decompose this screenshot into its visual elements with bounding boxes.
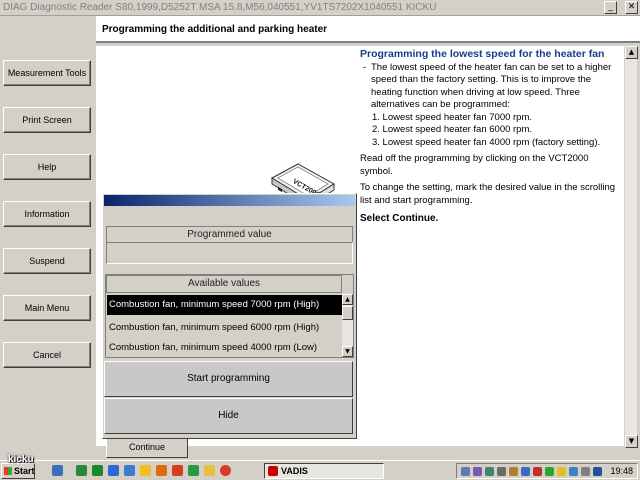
chrome-icon[interactable]	[220, 465, 231, 476]
close-button[interactable]: ✕	[625, 1, 638, 14]
tray-icon[interactable]	[497, 467, 506, 476]
app-quicklaunch-icon[interactable]	[92, 465, 103, 476]
available-values-list[interactable]: Available values Combustion fan, minimum…	[105, 274, 354, 358]
list-item[interactable]: Combustion fan, minimum speed 7000 rpm (…	[107, 295, 343, 315]
minimize-button[interactable]: _	[604, 1, 617, 14]
taskbar: Start VADIS 19:48	[0, 460, 640, 480]
tray-icon[interactable]	[461, 467, 470, 476]
print-screen-button[interactable]: Print Screen	[3, 107, 91, 133]
list-item[interactable]: Combustion fan, minimum speed 6000 rpm (…	[107, 318, 343, 338]
volume-icon[interactable]	[581, 467, 590, 476]
header-panel: Programming the additional and parking h…	[96, 16, 640, 43]
vadis-icon	[268, 466, 278, 476]
available-values-label: Available values	[106, 275, 342, 293]
main-menu-button[interactable]: Main Menu	[3, 295, 91, 321]
desktop-icon[interactable]	[52, 465, 63, 476]
instruction-read: Read off the programming by clicking on …	[360, 153, 589, 177]
start-button[interactable]: Start	[1, 463, 35, 479]
programmed-value-field	[106, 242, 353, 264]
start-label: Start	[14, 466, 35, 476]
list-scrollbar[interactable]: ▲ ▼	[342, 294, 353, 357]
tray-icon[interactable]	[569, 467, 578, 476]
tray-icon[interactable]	[473, 467, 482, 476]
app-quicklaunch-icon[interactable]	[172, 465, 183, 476]
tray-icon[interactable]	[509, 467, 518, 476]
instruction-change: To change the setting, mark the desired …	[360, 182, 616, 206]
hide-button[interactable]: Hide	[104, 398, 353, 434]
task-label: VADIS	[281, 466, 308, 476]
tray-icon[interactable]	[485, 467, 494, 476]
window-title: DIAG Diagnostic Reader S80,1999,D5252T M…	[3, 2, 437, 13]
list-scroll-thumb[interactable]	[342, 306, 353, 320]
list-item[interactable]: Combustion fan, minimum speed 4000 rpm (…	[107, 338, 343, 358]
start-programming-button[interactable]: Start programming	[104, 361, 353, 397]
system-tray: 19:48	[456, 463, 638, 479]
options-list: 1. Lowest speed heater fan 7000 rpm. 2. …	[360, 112, 622, 150]
content-scrollbar[interactable]: ▲ ▼	[624, 46, 638, 448]
cancel-button[interactable]: Cancel	[3, 342, 91, 368]
continue-button[interactable]: Continue	[106, 437, 188, 458]
page-title: Programming the additional and parking h…	[102, 24, 328, 35]
tray-icon[interactable]	[533, 467, 542, 476]
instructions-bullet: - The lowest speed of the heater fan can…	[360, 62, 622, 112]
tray-icon[interactable]	[521, 467, 530, 476]
app-quicklaunch-icon[interactable]	[124, 465, 135, 476]
app-quicklaunch-icon[interactable]	[76, 465, 87, 476]
measurement-tools-button[interactable]: Measurement Tools	[3, 60, 91, 86]
scroll-down-arrow-icon[interactable]: ▼	[625, 435, 638, 448]
bullet-text: The lowest speed of the heater fan can b…	[371, 61, 612, 111]
option-line: 2. Lowest speed heater fan 6000 rpm.	[372, 124, 533, 135]
bullet-dash: -	[363, 61, 367, 73]
tray-icon[interactable]	[557, 467, 566, 476]
suspend-button[interactable]: Suspend	[3, 248, 91, 274]
scroll-up-arrow-icon[interactable]: ▲	[625, 46, 638, 59]
help-button[interactable]: Help	[3, 154, 91, 180]
taskbar-item-vadis[interactable]: VADIS	[264, 463, 384, 479]
list-scroll-up-icon[interactable]: ▲	[342, 294, 353, 305]
smiley-icon[interactable]	[140, 465, 151, 476]
dialog-title-bar[interactable]	[104, 195, 355, 206]
instructions-heading: Programming the lowest speed for the hea…	[360, 48, 605, 60]
instruction-select: Select Continue.	[360, 213, 439, 224]
window-title-bar: DIAG Diagnostic Reader S80,1999,D5252T M…	[0, 0, 640, 16]
tray-icon[interactable]	[545, 467, 554, 476]
option-line: 3. Lowest speed heater fan 4000 rpm (fac…	[372, 136, 601, 148]
app-quicklaunch-icon[interactable]	[156, 465, 167, 476]
app-quicklaunch-icon[interactable]	[188, 465, 199, 476]
browser-icon[interactable]	[108, 465, 119, 476]
folder-icon[interactable]	[204, 465, 215, 476]
option-line: 1. Lowest speed heater fan 7000 rpm.	[372, 111, 533, 123]
list-scroll-down-icon[interactable]: ▼	[342, 346, 353, 357]
network-icon[interactable]	[593, 467, 602, 476]
instructions-panel: Programming the lowest speed for the hea…	[360, 48, 622, 226]
clock: 19:48	[610, 466, 633, 476]
information-button[interactable]: Information	[3, 201, 91, 227]
watermark-text: kicku	[8, 454, 34, 465]
windows-logo-icon	[4, 467, 12, 475]
